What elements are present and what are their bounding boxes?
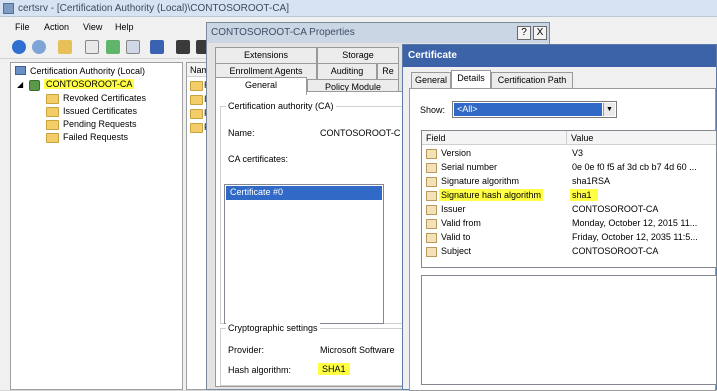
field-icon [426, 191, 437, 201]
field-detail-box[interactable] [421, 275, 717, 385]
field-name: Signature hash algorithm [439, 189, 544, 201]
table-row[interactable]: Valid from Monday, October 12, 2015 11..… [422, 217, 716, 231]
folder-icon [190, 95, 203, 105]
tree-item-failed[interactable]: Failed Requests [63, 132, 128, 142]
folder-icon [190, 109, 203, 119]
table-row[interactable]: Subject CONTOSOROOT-CA [422, 245, 716, 259]
tab-auditing[interactable]: Auditing [317, 63, 377, 79]
field-value: V3 [572, 148, 584, 158]
certsrv-titlebar: certsrv - [Certification Authority (Loca… [0, 0, 717, 17]
field-name: Valid to [441, 232, 471, 242]
menu-file[interactable]: File [15, 22, 30, 32]
help-button[interactable]: ? [517, 26, 531, 40]
menu-help[interactable]: Help [115, 22, 134, 32]
field-value: Friday, October 12, 2035 11:5... [572, 232, 698, 242]
console-tree: Certification Authority (Local) ◢ CONTOS… [10, 62, 183, 390]
tree-ca-node[interactable]: CONTOSOROOT-CA [44, 79, 135, 89]
close-button[interactable]: X [533, 26, 547, 40]
table-row[interactable]: Serial number 0e 0e f0 f5 af 3d cb b7 4d… [422, 161, 716, 175]
ca-icon [29, 80, 40, 91]
forward-arrow-icon[interactable] [32, 40, 46, 54]
field-value: Monday, October 12, 2015 11... [572, 218, 698, 228]
field-icon [426, 177, 437, 187]
show-label: Show: [420, 105, 446, 115]
name-value: CONTOSOROOT-C [320, 128, 401, 138]
folder-icon [46, 133, 59, 143]
provider-label: Provider: [228, 345, 265, 355]
field-icon [426, 163, 437, 173]
table-row[interactable]: Signature hash algorithm sha1 [422, 189, 716, 203]
field-value: CONTOSOROOT-CA [572, 204, 659, 214]
ca-certificates-label: CA certificates: [228, 154, 289, 164]
back-arrow-icon[interactable] [12, 40, 26, 54]
tab-extensions[interactable]: Extensions [215, 47, 317, 63]
folder-icon [46, 107, 59, 117]
field-name: Subject [441, 246, 472, 256]
table-row[interactable]: Issuer CONTOSOROOT-CA [422, 203, 716, 217]
dialog-title: CONTOSOROOT-CA Properties [211, 27, 355, 38]
tree-item-revoked[interactable]: Revoked Certificates [63, 93, 146, 103]
field-name: Issuer [441, 204, 466, 214]
field-value: 0e 0e f0 f5 af 3d cb b7 4d 60 ... [572, 162, 697, 172]
field-value: sha1RSA [572, 176, 611, 186]
collapse-icon[interactable]: ◢ [17, 80, 23, 89]
field-icon [426, 247, 437, 257]
dialog-title: Certificate [408, 50, 457, 61]
tab-general[interactable]: General [411, 72, 451, 88]
refresh-icon[interactable] [106, 40, 120, 54]
tab-recovery-agents[interactable]: Re [377, 63, 399, 79]
field-name: Signature algorithm [441, 176, 520, 186]
field-name: Valid from [441, 218, 481, 228]
table-row[interactable]: Valid to Friday, October 12, 2035 11:5..… [422, 231, 716, 245]
folder-icon [190, 123, 203, 133]
field-name: Serial number [441, 162, 498, 172]
ca-group-label: Certification authority (CA) [226, 101, 336, 111]
crypto-group-label: Cryptographic settings [226, 323, 320, 333]
tree-item-issued[interactable]: Issued Certificates [63, 106, 137, 116]
tab-certification-path[interactable]: Certification Path [491, 72, 573, 88]
menu-view[interactable]: View [83, 22, 102, 32]
dropdown-selected: <All> [454, 103, 602, 116]
provider-value: Microsoft Software [320, 345, 395, 355]
export-icon[interactable] [126, 40, 140, 54]
menu-action[interactable]: Action [44, 22, 69, 32]
tree-item-pending[interactable]: Pending Requests [63, 119, 137, 129]
folder-icon [46, 94, 59, 104]
list-item[interactable]: Certificate #0 [226, 186, 382, 200]
field-name: Version [441, 148, 472, 158]
certificate-fields-list[interactable]: Field Value Version V3 Serial number 0e … [421, 130, 717, 268]
certificate-titlebar: Certificate [403, 45, 716, 67]
up-folder-icon[interactable] [58, 40, 72, 54]
name-label: Name: [228, 128, 255, 138]
column-header-value[interactable]: Value [567, 131, 716, 145]
field-value: sha1 [570, 189, 598, 201]
field-value: CONTOSOROOT-CA [572, 246, 659, 256]
folder-icon [190, 81, 203, 91]
tab-general[interactable]: General [215, 77, 307, 95]
tab-details[interactable]: Details [451, 70, 491, 88]
table-row[interactable]: Version V3 [422, 147, 716, 161]
stop-icon[interactable] [176, 40, 190, 54]
field-icon [426, 205, 437, 215]
properties-titlebar: CONTOSOROOT-CA Properties ? X [207, 23, 549, 43]
table-row[interactable]: Signature algorithm sha1RSA [422, 175, 716, 189]
chevron-down-icon[interactable]: ▼ [603, 103, 615, 116]
show-dropdown[interactable]: <All> ▼ [452, 101, 617, 118]
help-icon[interactable] [150, 40, 164, 54]
ca-certificates-list[interactable]: Certificate #0 [224, 184, 384, 324]
field-icon [426, 219, 437, 229]
field-icon [426, 233, 437, 243]
window-title: certsrv - [Certification Authority (Loca… [18, 3, 289, 14]
folder-icon [46, 120, 59, 130]
tree-root[interactable]: Certification Authority (Local) [30, 66, 145, 76]
tab-storage[interactable]: Storage [317, 47, 399, 63]
field-icon [426, 149, 437, 159]
properties-icon[interactable] [85, 40, 99, 54]
app-icon [3, 3, 14, 14]
computer-icon [15, 66, 26, 75]
hash-algorithm-label: Hash algorithm: [228, 365, 292, 375]
column-header-field[interactable]: Field [422, 131, 567, 145]
hash-algorithm-value: SHA1 [318, 363, 350, 375]
